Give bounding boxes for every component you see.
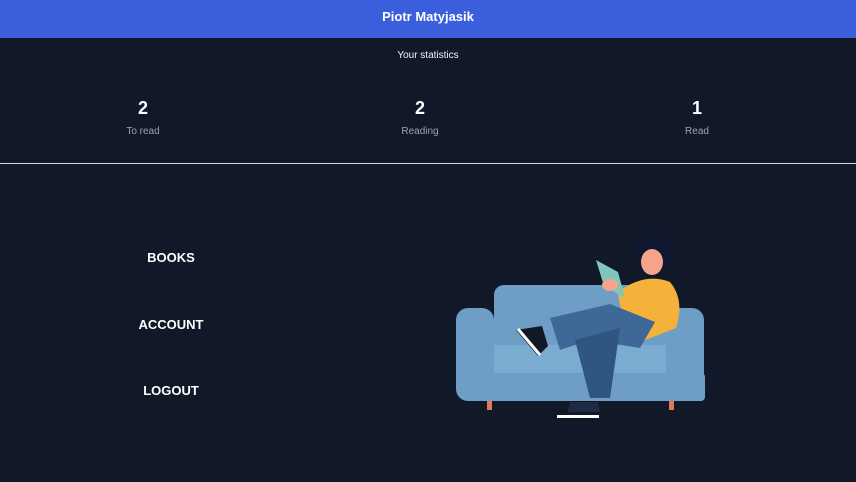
stat-read: 1 Read — [637, 96, 757, 137]
stat-to-read: 2 To read — [83, 96, 203, 137]
divider — [0, 163, 856, 164]
stat-reading-value: 2 — [414, 98, 425, 118]
stats-title: Your statistics — [397, 50, 459, 61]
top-bar: Piotr Matyjasik — [0, 0, 856, 38]
stat-reading: 2 Reading — [360, 96, 480, 137]
menu-books[interactable]: BOOKS — [91, 250, 251, 265]
menu-account[interactable]: ACCOUNT — [91, 317, 251, 332]
stat-to-read-value: 2 — [137, 98, 148, 118]
stat-read-value: 1 — [691, 98, 702, 118]
user-name: Piotr Matyjasik — [382, 8, 474, 24]
person-reading-on-sofa-illustration — [450, 230, 710, 425]
stat-to-read-label: To read — [126, 126, 160, 137]
stat-read-label: Read — [685, 126, 709, 137]
menu-logout[interactable]: LOGOUT — [91, 383, 251, 398]
stat-reading-label: Reading — [401, 126, 439, 137]
